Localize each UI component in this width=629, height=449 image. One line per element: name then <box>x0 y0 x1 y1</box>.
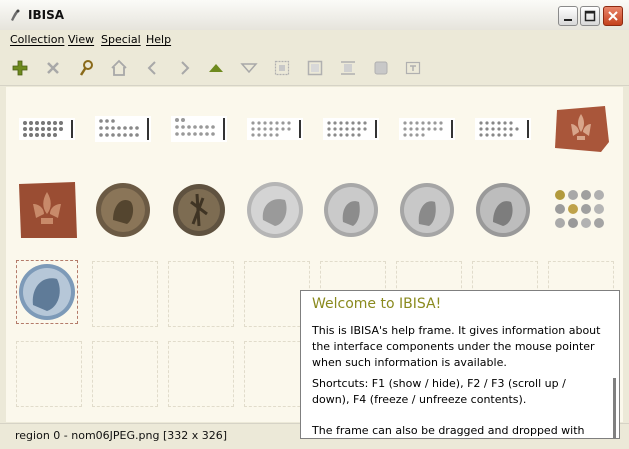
thumbnail-silver-coin[interactable] <box>472 179 532 239</box>
thumbnail-coin-plate[interactable] <box>168 97 228 157</box>
forward-icon[interactable] <box>176 59 194 77</box>
delete-icon[interactable] <box>44 59 62 77</box>
menu-bar: Collection View Special Help <box>0 30 629 50</box>
help-scrollbar[interactable] <box>613 378 616 438</box>
thumbnail-fleur-de-lis-tile[interactable] <box>550 101 610 161</box>
close-button[interactable] <box>603 6 623 26</box>
thumbnail-silver-coin[interactable] <box>320 179 380 239</box>
home-icon[interactable] <box>110 59 128 77</box>
menu-special[interactable]: Special <box>101 33 141 46</box>
menu-view[interactable]: View <box>68 33 94 46</box>
help-paragraph-shortcuts: Shortcuts: F1 (show / hide), F2 / F3 (sc… <box>312 377 566 406</box>
up-icon[interactable] <box>207 59 225 77</box>
search-icon[interactable] <box>78 59 96 77</box>
thumbnail-coin-plate[interactable] <box>244 97 304 157</box>
app-logo-icon <box>8 8 22 22</box>
empty-slot[interactable] <box>92 341 158 407</box>
text-icon[interactable] <box>404 59 422 77</box>
toolbar <box>0 51 629 86</box>
help-frame[interactable]: Welcome to IBISA! This is IBISA's help f… <box>300 290 620 439</box>
thumbnail-bronze-coin[interactable] <box>168 179 228 239</box>
empty-slot[interactable] <box>168 261 234 327</box>
add-icon[interactable] <box>11 59 29 77</box>
thumbnail-bronze-coin[interactable] <box>92 179 152 239</box>
thumbnail-selected-coin[interactable] <box>16 260 78 324</box>
thumbnail-coin-set[interactable] <box>550 179 611 240</box>
ibisa-window: IBISA Collection View Special Help regio… <box>0 0 629 449</box>
status-text: region 0 - nom06JPEG.png [332 x 326] <box>15 429 228 442</box>
help-paragraph-drag: The frame can also be dragged and droppe… <box>312 424 585 437</box>
thumbnail-fleur-de-lis-tile[interactable] <box>16 179 77 239</box>
back-icon[interactable] <box>143 59 161 77</box>
thumbnail-coin-plate[interactable] <box>16 97 76 157</box>
window-title: IBISA <box>28 8 65 22</box>
thumbnail-coin-plate[interactable] <box>320 97 380 157</box>
frame-icon[interactable] <box>273 59 291 77</box>
thumbnail-coin-plate[interactable] <box>472 97 532 157</box>
empty-slot[interactable] <box>92 261 158 327</box>
menu-collection[interactable]: Collection <box>10 33 64 46</box>
thumbnail-coin-plate[interactable] <box>396 97 456 157</box>
empty-slot[interactable] <box>168 341 234 407</box>
title-bar[interactable]: IBISA <box>0 0 629 31</box>
help-title: Welcome to IBISA! <box>312 296 442 312</box>
empty-slot[interactable] <box>16 341 82 407</box>
help-paragraph-intro: This is IBISA's help frame. It gives inf… <box>312 324 601 369</box>
expand-icon[interactable] <box>339 59 357 77</box>
menu-help[interactable]: Help <box>146 33 171 46</box>
thumbnail-silver-coin[interactable] <box>244 179 304 239</box>
minimize-button[interactable] <box>558 6 578 26</box>
down-icon[interactable] <box>240 59 258 77</box>
maximize-button[interactable] <box>580 6 600 26</box>
thumbnail-silver-coin[interactable] <box>396 179 456 239</box>
crop-icon[interactable] <box>306 59 324 77</box>
thumbnail-coin-plate[interactable] <box>92 97 152 157</box>
stop-icon[interactable] <box>372 59 390 77</box>
